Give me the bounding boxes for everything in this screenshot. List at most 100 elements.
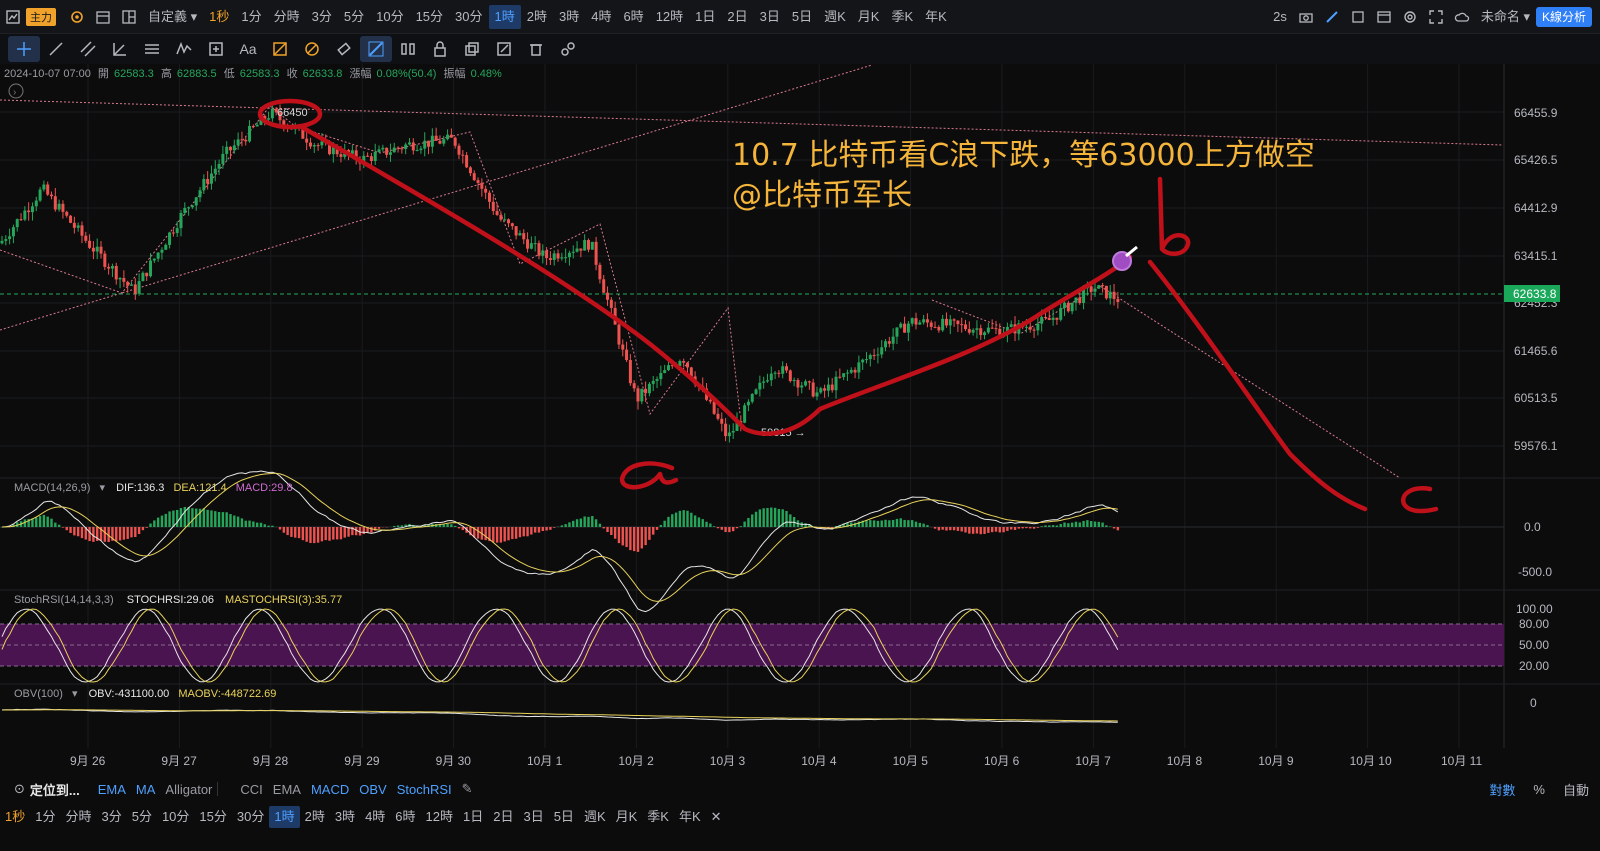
location-pin-icon[interactable]: ⊙ (14, 781, 25, 797)
macd-bar (690, 512, 693, 527)
candle-body (484, 188, 488, 193)
custom-dropdown[interactable]: 自定義 ▾ (142, 5, 203, 29)
tf-2h[interactable]: 2時 (521, 5, 553, 29)
lock-tool-icon[interactable] (424, 36, 456, 62)
btf-1s[interactable]: 1秒 (0, 806, 30, 828)
eraser-tool-icon[interactable] (328, 36, 360, 62)
tf-2d[interactable]: 2日 (721, 5, 753, 29)
calendar-icon[interactable] (90, 5, 116, 29)
btf-1h[interactable]: 1時 (269, 806, 300, 828)
ind-sub-obv[interactable]: OBV (354, 782, 391, 797)
btf-4h[interactable]: 4時 (360, 806, 390, 828)
btf-timeshare[interactable]: 分時 (60, 806, 96, 828)
window-icon[interactable] (1371, 5, 1397, 29)
tf-4h[interactable]: 4時 (585, 5, 617, 29)
fullscreen-icon[interactable] (1423, 5, 1449, 29)
ind-sub-macd[interactable]: MACD (306, 782, 354, 797)
tf-30m[interactable]: 30分 (449, 5, 488, 29)
btf-2d[interactable]: 2日 (488, 806, 518, 828)
copy-tool-icon[interactable] (456, 36, 488, 62)
btf-3m[interactable]: 3分 (96, 806, 126, 828)
ind-sub-stochrsi[interactable]: StochRSI (392, 782, 457, 797)
wave-tool-icon[interactable] (168, 36, 200, 62)
tf-1s[interactable]: 1秒 (203, 5, 235, 29)
btf-6h[interactable]: 6時 (390, 806, 420, 828)
macd-bar (1112, 527, 1116, 529)
percent-scale-toggle[interactable]: % (1528, 782, 1550, 797)
locate-button[interactable]: 定位到... (25, 780, 85, 799)
magnet-tool-icon[interactable] (296, 36, 328, 62)
btf-10m[interactable]: 10分 (157, 806, 194, 828)
chart-type-icon[interactable] (0, 5, 26, 29)
refresh-interval[interactable]: 2s (1267, 5, 1293, 29)
tf-week[interactable]: 週K (818, 5, 852, 29)
btf-3h[interactable]: 3時 (330, 806, 360, 828)
btf-season[interactable]: 季K (642, 806, 674, 828)
tf-timeshare[interactable]: 分時 (268, 5, 306, 29)
edit-indicators-icon[interactable]: ✎ (457, 781, 478, 797)
tf-12h[interactable]: 12時 (650, 5, 689, 29)
btf-30m[interactable]: 30分 (232, 806, 269, 828)
ind-main-alligator[interactable]: Alligator (160, 782, 217, 797)
ruler-tool-icon[interactable] (264, 36, 296, 62)
cloud-icon[interactable] (1449, 5, 1475, 29)
btf-1d[interactable]: 1日 (458, 806, 488, 828)
btf-year[interactable]: 年K (674, 806, 706, 828)
tf-season[interactable]: 季K (885, 5, 919, 29)
tf-1m[interactable]: 1分 (235, 5, 267, 29)
tf-5d[interactable]: 5日 (786, 5, 818, 29)
btf-12h[interactable]: 12時 (421, 806, 458, 828)
btf-15m[interactable]: 15分 (194, 806, 231, 828)
settings-gear-icon[interactable] (64, 5, 90, 29)
tf-3m[interactable]: 3分 (306, 5, 338, 29)
tf-5m[interactable]: 5分 (338, 5, 370, 29)
ind-sub-cci[interactable]: CCI (235, 782, 267, 797)
layout-icon[interactable] (116, 5, 142, 29)
tf-3h[interactable]: 3時 (553, 5, 585, 29)
horizontal-lines-tool-icon[interactable] (136, 36, 168, 62)
tf-3d[interactable]: 3日 (754, 5, 786, 29)
main-badge[interactable]: 主力 (26, 7, 56, 26)
layout-name-dropdown[interactable]: 未命名 ▾ (1475, 5, 1536, 29)
macd-bar (960, 527, 963, 532)
ind-sub-ema[interactable]: EMA (268, 782, 306, 797)
btf-1m[interactable]: 1分 (30, 806, 60, 828)
macd-bar (130, 527, 133, 538)
ind-main-ma[interactable]: MA (131, 782, 161, 797)
close-timeframes-icon[interactable]: ✕ (706, 806, 727, 828)
btf-3d[interactable]: 3日 (518, 806, 548, 828)
tf-10m[interactable]: 10分 (370, 5, 409, 29)
btf-week[interactable]: 週K (579, 806, 611, 828)
trendline-tool-icon[interactable] (40, 36, 72, 62)
btf-month[interactable]: 月K (611, 806, 643, 828)
text-tool-icon[interactable]: Aa (232, 36, 264, 62)
price-tick-5: 61465.6 (1514, 344, 1558, 358)
ind-main-ema[interactable]: EMA (93, 782, 131, 797)
btf-5d[interactable]: 5日 (549, 806, 579, 828)
tf-1d[interactable]: 1日 (689, 5, 721, 29)
draw-mode-tool-icon[interactable] (360, 36, 392, 62)
delete-tool-icon[interactable] (520, 36, 552, 62)
edit-tool-icon[interactable] (488, 36, 520, 62)
btf-2h[interactable]: 2時 (300, 806, 330, 828)
crosshair-tool-icon[interactable] (8, 36, 40, 62)
k-analysis-button[interactable]: K線分析 (1535, 6, 1592, 27)
parallel-channel-tool-icon[interactable] (72, 36, 104, 62)
auto-scale-toggle[interactable]: 自動 (1558, 780, 1594, 799)
gear-icon[interactable] (1397, 5, 1423, 29)
btf-5m[interactable]: 5分 (127, 806, 157, 828)
log-scale-toggle[interactable]: 對數 (1484, 780, 1520, 799)
camera-icon[interactable] (1293, 5, 1319, 29)
rectangle-tool-icon[interactable] (200, 36, 232, 62)
angle-tool-icon[interactable] (104, 36, 136, 62)
link-tool-icon[interactable] (552, 36, 584, 62)
tf-15m[interactable]: 15分 (410, 5, 449, 29)
macd-tick-1: -500.0 (1518, 565, 1552, 579)
tf-1h[interactable]: 1時 (488, 4, 521, 29)
tf-6h[interactable]: 6時 (617, 5, 649, 29)
restore-icon[interactable] (1345, 5, 1371, 29)
visibility-tool-icon[interactable] (392, 36, 424, 62)
pencil-icon[interactable] (1319, 5, 1345, 29)
tf-year[interactable]: 年K (919, 5, 953, 29)
tf-month[interactable]: 月K (852, 5, 886, 29)
